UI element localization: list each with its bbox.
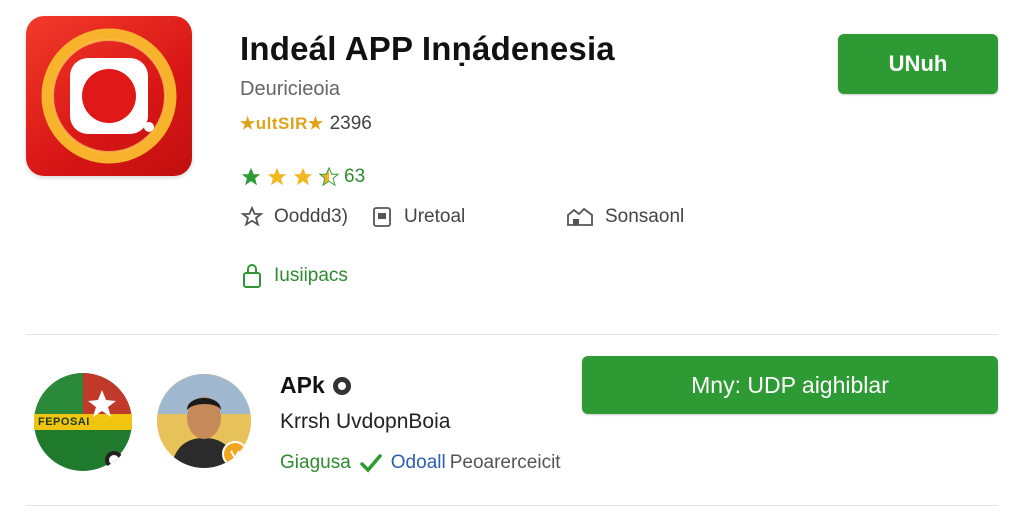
- star-half-icon: [318, 166, 340, 187]
- meta-content[interactable]: Sonsaonl: [565, 203, 684, 231]
- star-outline-icon: [240, 205, 264, 227]
- star-icon: [293, 167, 313, 186]
- bottom-divider: [26, 505, 998, 506]
- tag-item[interactable]: Peoarerceicit: [450, 452, 561, 474]
- star-icon: [267, 167, 287, 186]
- category-label: Uretoal: [404, 206, 466, 227]
- app-developer[interactable]: Deuricieoia: [240, 78, 340, 101]
- developer-avatar[interactable]: [157, 374, 251, 468]
- rating-count: 63: [344, 166, 366, 187]
- verified-icon: [332, 376, 351, 395]
- lock-icon: [243, 264, 261, 288]
- app-title: Indeál APP Inṇádenesia: [240, 30, 615, 67]
- checkmark-icon: [360, 454, 382, 473]
- meta-category[interactable]: Uretoal: [370, 203, 465, 231]
- badge-icon: [373, 207, 391, 227]
- meta-reviews[interactable]: Ooddd3): [240, 203, 348, 231]
- permissions-label: Iusiipacs: [274, 265, 348, 286]
- tag-item[interactable]: Giagusa: [280, 452, 351, 474]
- developer-subtitle: Krrsh UvdopnBoia: [280, 410, 451, 433]
- app-icon[interactable]: [26, 16, 192, 176]
- permissions-link[interactable]: Iusiipacs: [240, 262, 348, 290]
- rating-row: 63: [240, 166, 365, 188]
- developer-action-button[interactable]: Mny: UDP aighiblar: [582, 356, 998, 414]
- content-label: Sonsaonl: [605, 206, 685, 227]
- badge-row: ★ultSIR★ 2396: [240, 113, 372, 135]
- install-button[interactable]: UNuh: [838, 34, 998, 94]
- download-count: 2396: [329, 113, 372, 134]
- star-icon: [241, 167, 261, 186]
- logo-text: FEPOSAI: [38, 416, 90, 428]
- section-divider: [26, 334, 998, 335]
- editor-badge: ★ultSIR★: [240, 114, 324, 133]
- content-rating-icon: [567, 207, 593, 226]
- reviews-label: Ooddd3): [274, 206, 348, 227]
- developer-tags: Giagusa Odoall Peoarerceicit: [280, 452, 561, 474]
- developer-name[interactable]: APk: [280, 372, 353, 399]
- developer-name-text: APk: [280, 372, 325, 398]
- tag-item[interactable]: Odoall: [391, 452, 446, 474]
- developer-logo[interactable]: FEPOSAI: [32, 372, 134, 472]
